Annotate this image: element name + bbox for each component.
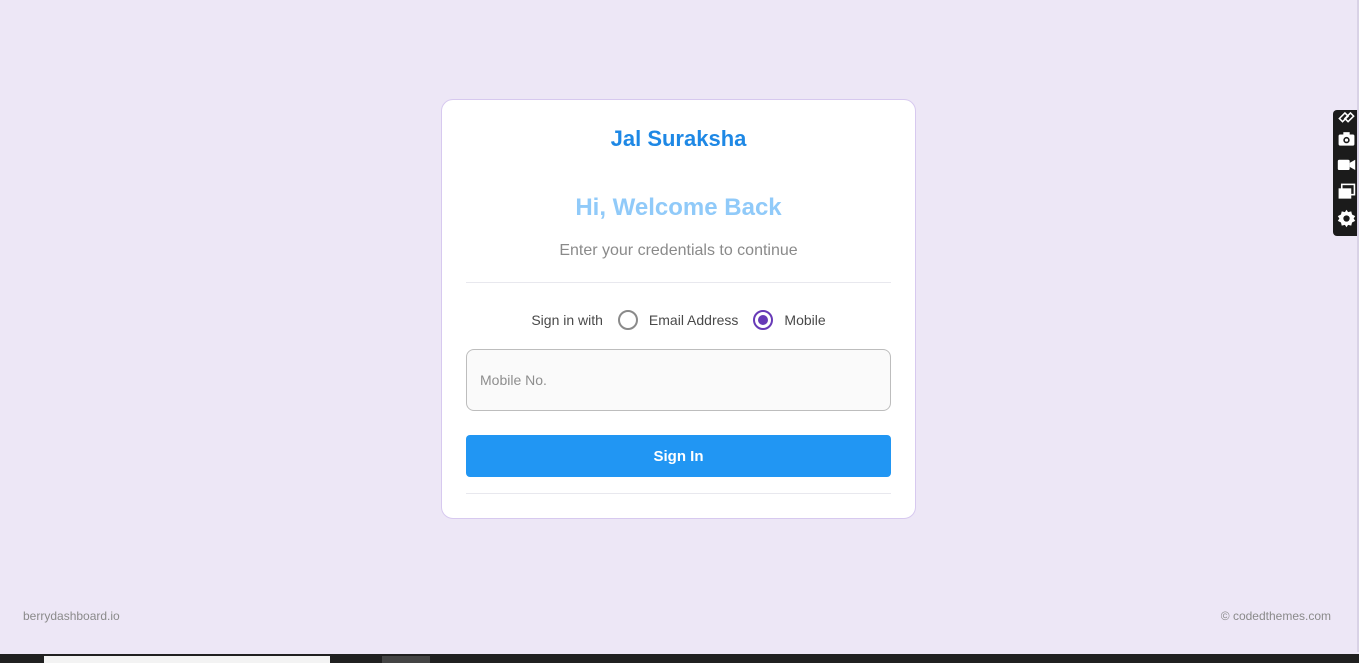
camera-icon[interactable] (1336, 128, 1357, 148)
divider (466, 493, 891, 494)
taskbar (0, 654, 1359, 663)
gear-icon[interactable] (1336, 208, 1357, 228)
mobile-field (466, 349, 891, 411)
signin-method-group: Sign in with Email Address Mobile (442, 307, 915, 333)
mobile-input[interactable] (467, 350, 890, 410)
footer-right-link[interactable]: © codedthemes.com (1221, 609, 1331, 623)
taskbar-app-button[interactable] (382, 656, 430, 663)
brand-title: Jal Suraksha (610, 126, 747, 151)
radio-mobile-label: Mobile (784, 312, 826, 328)
radio-email[interactable] (617, 310, 638, 330)
signin-button[interactable]: Sign In (466, 435, 891, 477)
radio-email-label: Email Address (648, 312, 739, 328)
signin-with-label: Sign in with (531, 312, 603, 328)
radio-mobile-option[interactable]: Mobile (753, 310, 826, 330)
login-card: Jal Suraksha Hi, Welcome Back Enter your… (441, 99, 916, 519)
radio-email-option[interactable]: Email Address (617, 310, 739, 330)
link-icon[interactable] (1336, 111, 1357, 124)
taskbar-window-tab[interactable] (44, 656, 330, 663)
footer-left-link[interactable]: berrydashboard.io (23, 609, 120, 623)
login-page: Jal Suraksha Hi, Welcome Back Enter your… (0, 0, 1359, 652)
video-icon[interactable] (1336, 154, 1357, 174)
capture-tool-panel (1333, 110, 1357, 236)
welcome-heading: Hi, Welcome Back (575, 194, 782, 221)
windows-icon[interactable] (1336, 181, 1357, 201)
radio-mobile[interactable] (753, 310, 774, 330)
divider (466, 282, 891, 283)
subtitle: Enter your credentials to continue (559, 242, 798, 259)
